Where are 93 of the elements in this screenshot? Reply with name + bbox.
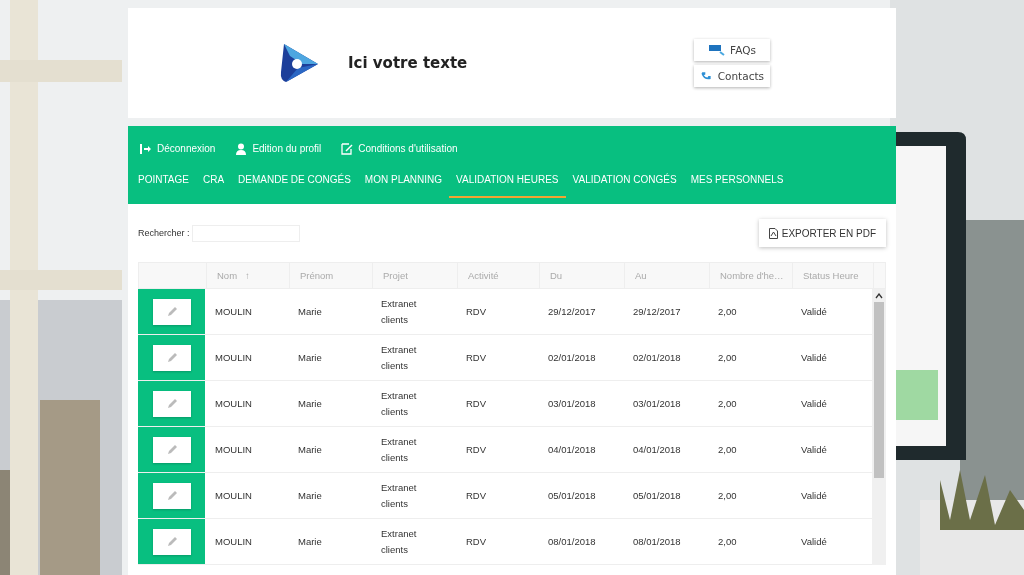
table-cell: 2,00 bbox=[718, 444, 737, 455]
table-cell: Validé bbox=[801, 306, 827, 317]
table-cell: MOULIN bbox=[215, 490, 252, 501]
table-cell: Marie bbox=[298, 352, 322, 363]
table-cell-text: Extranet clients bbox=[381, 297, 418, 327]
pencil-icon bbox=[165, 305, 178, 318]
terms-link[interactable]: Conditions d'utilisation bbox=[341, 141, 458, 156]
table-cell: 05/01/2018 bbox=[633, 490, 681, 501]
table-cell: 08/01/2018 bbox=[633, 536, 681, 547]
table-cell: RDV bbox=[466, 398, 487, 409]
table-cell: MOULIN bbox=[215, 444, 252, 455]
nav-tab[interactable]: POINTAGE bbox=[131, 164, 196, 198]
table-cell: RDV bbox=[466, 306, 487, 317]
table-cell: RDV bbox=[466, 490, 487, 501]
user-icon bbox=[235, 142, 248, 155]
pencil-icon bbox=[165, 489, 178, 502]
table-cell: Validé bbox=[801, 536, 827, 547]
nav-tab[interactable]: MON PLANNING bbox=[357, 164, 450, 198]
table-cell: 03/01/2018 bbox=[548, 398, 596, 409]
column-header[interactable]: Activité bbox=[468, 270, 499, 281]
table-cell: MOULIN bbox=[215, 536, 252, 547]
caret-up-icon[interactable] bbox=[875, 293, 883, 299]
column-header[interactable]: Du bbox=[550, 270, 563, 281]
table-cell-text: Extranet clients bbox=[381, 527, 418, 557]
nav-tab[interactable]: MES PERSONNELS bbox=[683, 164, 791, 198]
table-cell: 04/01/2018 bbox=[633, 444, 681, 455]
table-cell: 2,00 bbox=[718, 398, 737, 409]
table-cell-text: Extranet clients bbox=[381, 481, 418, 511]
export-button[interactable]: EXPORTER EN PDF bbox=[758, 219, 886, 247]
edit-button[interactable] bbox=[152, 298, 191, 325]
profile-link[interactable]: Edition du profil bbox=[235, 141, 322, 156]
edit-button[interactable] bbox=[152, 528, 191, 555]
contacts-link[interactable]: Contacts bbox=[694, 65, 770, 87]
edit-button[interactable] bbox=[152, 344, 191, 371]
table-cell: Marie bbox=[298, 306, 322, 317]
table-cell-text: Extranet clients bbox=[381, 343, 418, 373]
table-cell: 03/01/2018 bbox=[633, 398, 681, 409]
table-cell: Marie bbox=[298, 536, 322, 547]
nav-tab[interactable]: DEMANDE DE CONGÉS bbox=[231, 164, 358, 198]
table-cell: 05/01/2018 bbox=[548, 490, 596, 501]
table-cell: 02/01/2018 bbox=[548, 352, 596, 363]
table-cell: 2,00 bbox=[718, 536, 737, 547]
table-cell: RDV bbox=[466, 444, 487, 455]
table-cell: Marie bbox=[298, 444, 322, 455]
phone-icon bbox=[700, 70, 714, 82]
table-cell: Marie bbox=[298, 398, 322, 409]
scrollbar[interactable] bbox=[872, 289, 886, 565]
column-header[interactable]: Nom bbox=[217, 270, 238, 281]
pencil-icon bbox=[165, 397, 178, 410]
pdf-icon bbox=[768, 227, 778, 239]
table-cell: Validé bbox=[801, 352, 827, 363]
scrollbar-thumb[interactable] bbox=[874, 302, 884, 478]
table-cell: 29/12/2017 bbox=[548, 306, 596, 317]
table-cell: Validé bbox=[801, 398, 827, 409]
table-cell: Validé bbox=[801, 490, 827, 501]
table-cell: 04/01/2018 bbox=[548, 444, 596, 455]
table-cell: 08/01/2018 bbox=[548, 536, 596, 547]
table-cell: 29/12/2017 bbox=[633, 306, 681, 317]
pencil-icon bbox=[165, 535, 178, 548]
nav-tab[interactable]: CRA bbox=[195, 164, 232, 198]
edit-button[interactable] bbox=[152, 436, 191, 463]
column-header[interactable]: Status Heure bbox=[803, 270, 859, 281]
site-title: Ici votre texte bbox=[348, 54, 468, 72]
nav-tab[interactable]: VALIDATION HEURES bbox=[449, 164, 566, 198]
column-header[interactable]: Prénom bbox=[300, 270, 334, 281]
table-cell: Marie bbox=[298, 490, 322, 501]
table-cell: 2,00 bbox=[718, 490, 737, 501]
column-header[interactable]: Nombre d'he… bbox=[720, 270, 784, 281]
logout-link[interactable]: Déconnexion bbox=[140, 141, 216, 156]
table-cell: MOULIN bbox=[215, 398, 252, 409]
table-cell: MOULIN bbox=[215, 306, 252, 317]
table-cell: RDV bbox=[466, 536, 487, 547]
pencil-icon bbox=[165, 443, 178, 456]
table-cell: 2,00 bbox=[718, 306, 737, 317]
column-header[interactable]: Au bbox=[635, 270, 647, 281]
edit-button[interactable] bbox=[152, 482, 191, 509]
search-label: Rechercher : bbox=[138, 228, 190, 238]
column-header[interactable]: Projet bbox=[383, 270, 408, 281]
table-cell: RDV bbox=[466, 352, 487, 363]
edit-button[interactable] bbox=[152, 390, 191, 417]
table-cell: 2,00 bbox=[718, 352, 737, 363]
table-cell-text: Extranet clients bbox=[381, 389, 418, 419]
edit-document-icon bbox=[341, 142, 354, 155]
table-cell: 02/01/2018 bbox=[633, 352, 681, 363]
faq-link[interactable]: FAQs bbox=[694, 39, 770, 61]
table-cell-text: Extranet clients bbox=[381, 435, 418, 465]
sort-icon[interactable]: ↑ bbox=[245, 270, 250, 281]
table-cell: Validé bbox=[801, 444, 827, 455]
pencil-icon bbox=[165, 351, 178, 364]
table-cell: MOULIN bbox=[215, 352, 252, 363]
logo-icon bbox=[278, 42, 320, 84]
nav-tab[interactable]: VALIDATION CONGÉS bbox=[565, 164, 684, 198]
logout-icon bbox=[140, 142, 152, 155]
